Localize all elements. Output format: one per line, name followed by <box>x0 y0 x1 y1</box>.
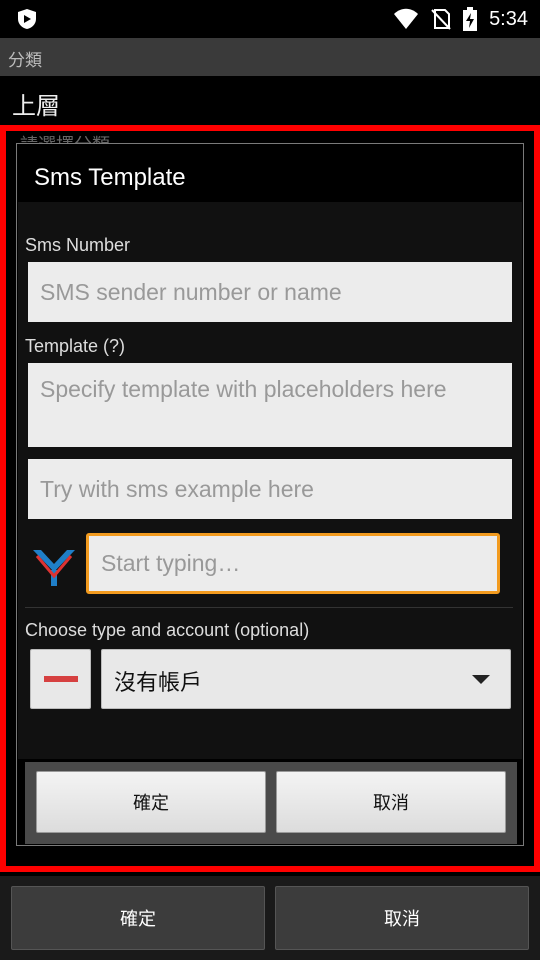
wifi-icon <box>394 8 419 29</box>
parent-category-row[interactable]: 上層 <box>0 76 540 126</box>
status-bar: 5:34 <box>0 0 540 38</box>
ok-button[interactable]: 確定 <box>11 886 265 950</box>
account-label: Choose type and account (optional) <box>25 620 310 640</box>
sms-template-dialog: Sms Template Sms Number SMS sender numbe… <box>16 143 524 846</box>
shield-icon <box>18 9 36 29</box>
dialog-button-bar: 確定 取消 <box>25 762 517 844</box>
activity-button-bar: 確定 取消 <box>0 876 540 960</box>
divider <box>25 607 513 608</box>
account-select-value: 沒有帳戶 <box>114 671 203 696</box>
activity-title: 分類 <box>8 51 42 71</box>
dialog-cancel-button[interactable]: 取消 <box>276 771 506 833</box>
parent-category-label: 上層 <box>12 92 60 120</box>
autocomplete-input[interactable]: Start typing… <box>86 533 500 594</box>
sms-example-input[interactable]: Try with sms example here <box>28 459 512 519</box>
cancel-button[interactable]: 取消 <box>275 886 529 950</box>
remove-button[interactable] <box>30 649 91 709</box>
dropdown-arrow-icon <box>472 675 490 684</box>
template-input[interactable]: Specify template with placeholders here <box>28 363 512 447</box>
minus-icon <box>43 676 78 682</box>
battery-charging-icon <box>463 7 478 31</box>
status-icons: 5:34 <box>393 6 528 32</box>
template-label[interactable]: Template (?) <box>25 336 125 357</box>
account-select[interactable]: 沒有帳戶 <box>101 649 511 709</box>
dialog-title: Sms Template <box>34 164 186 191</box>
sms-number-label: Sms Number <box>25 235 131 255</box>
app-logo-icon <box>33 550 75 586</box>
activity-title-bar: 分類 <box>0 38 540 76</box>
clock: 5:34 <box>489 7 528 30</box>
dialog-ok-button[interactable]: 確定 <box>36 771 266 833</box>
sms-number-input[interactable]: SMS sender number or name <box>28 262 512 322</box>
no-sim-icon <box>431 9 451 30</box>
